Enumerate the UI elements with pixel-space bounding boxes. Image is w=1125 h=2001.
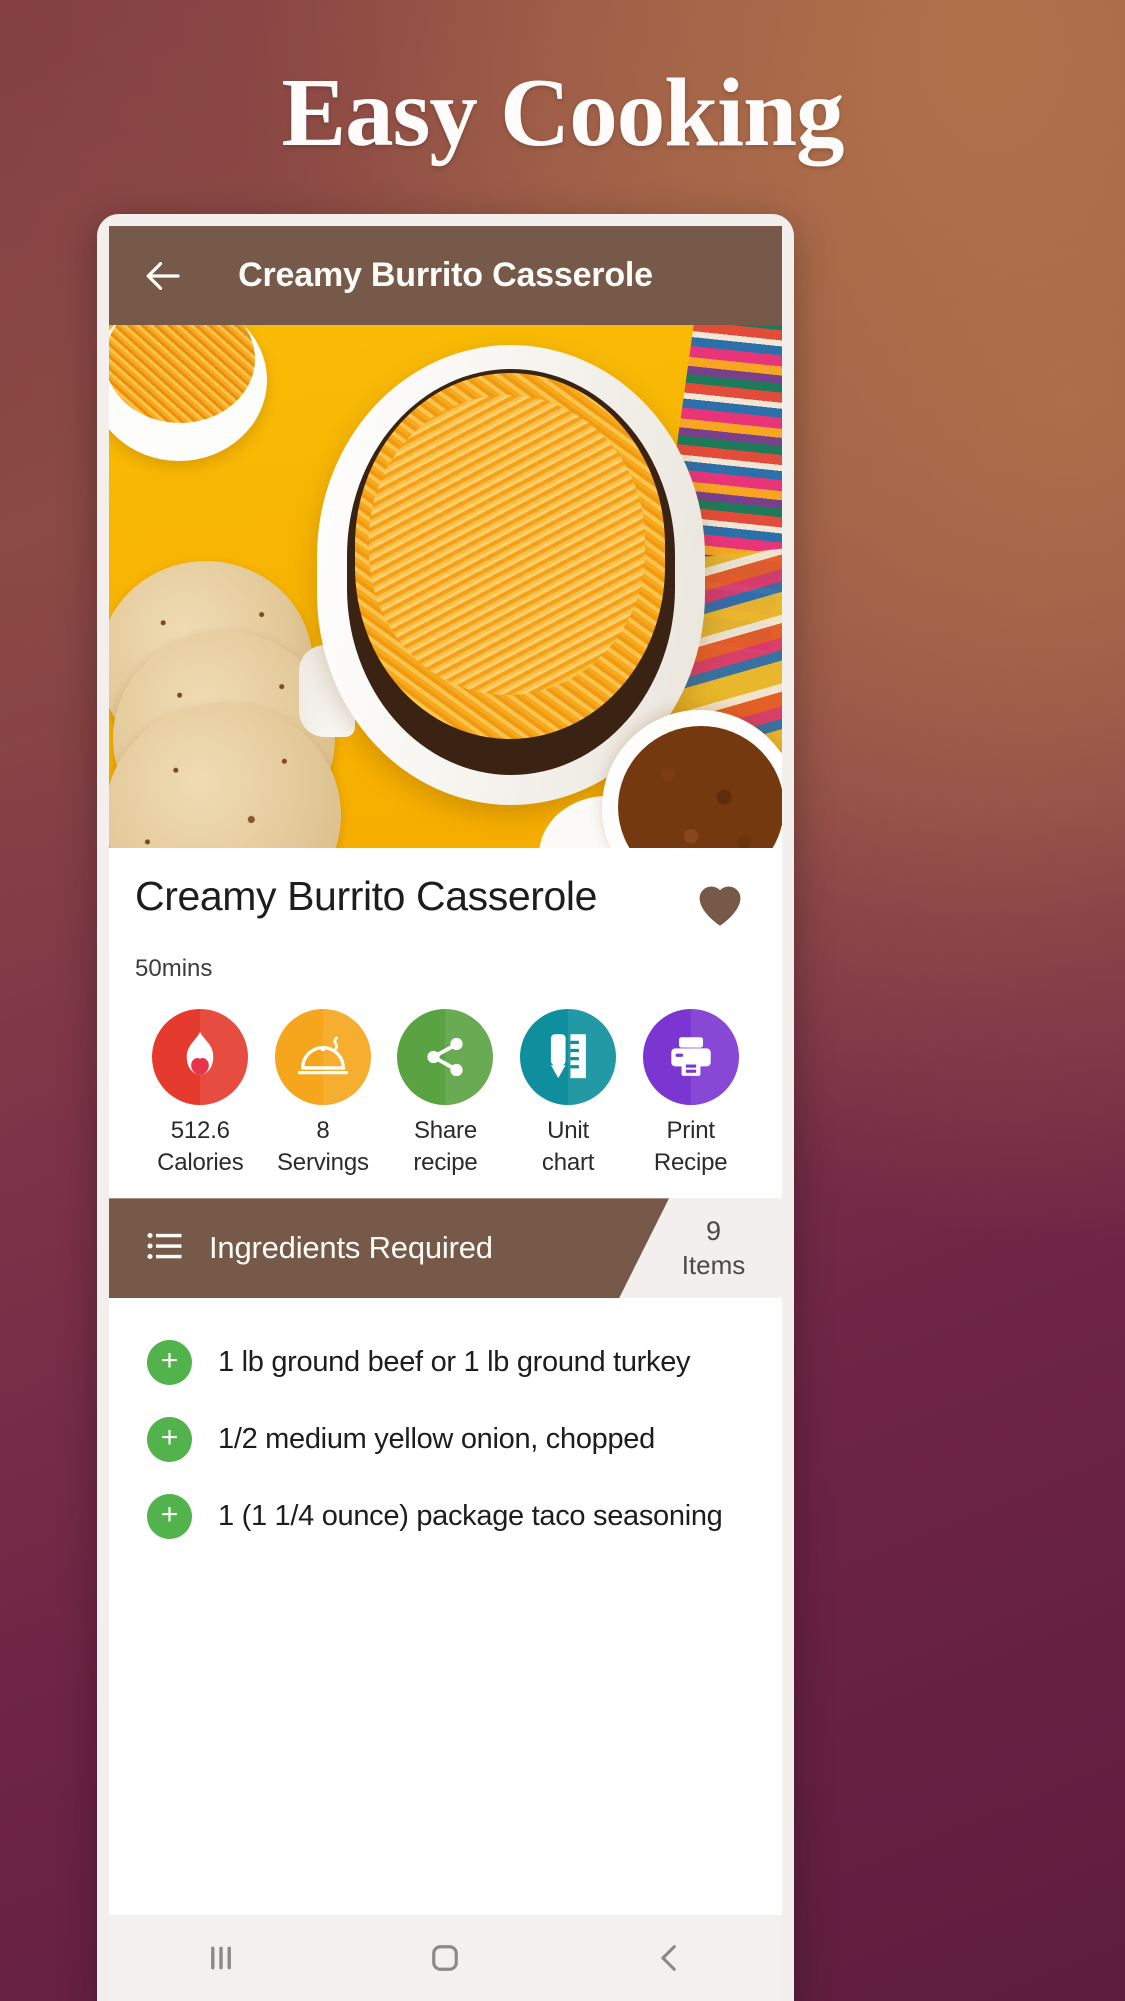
ingredient-text: 1 (1 1/4 ounce) package taco seasoning [218,1500,723,1533]
list-item[interactable]: + 1 (1 1/4 ounce) package taco seasoning [109,1478,782,1555]
printer-icon [642,1009,739,1105]
action-calories-value: 512.6 [170,1117,230,1144]
action-calories-label: Calories [157,1148,244,1176]
recipe-title-row: Creamy Burrito Casserole [135,873,756,933]
ingredients-header-band: Ingredients Required 9 Items [109,1198,782,1299]
app-bar-title: Creamy Burrito Casserole [238,256,653,294]
share-icon [397,1009,494,1105]
promo-title: Easy Cooking [281,59,844,166]
heart-filled-icon[interactable] [692,874,756,933]
ingredient-list: + 1 lb ground beef or 1 lb ground turkey… [109,1298,782,1556]
ingredient-text: 1/2 medium yellow onion, chopped [218,1423,655,1456]
ingredients-count-badge: 9 Items [645,1198,782,1298]
action-servings-value: 8 [316,1117,330,1144]
ingredient-text: 1 lb ground beef or 1 lb ground turkey [218,1346,691,1379]
recents-icon[interactable] [161,1915,281,2001]
action-row: 512.6 Calories 8 Servings Share recipe U… [135,1009,756,1178]
ingredients-count-value: 9 [705,1216,722,1247]
plus-icon[interactable]: + [147,1417,192,1463]
recipe-time: 50mins [135,955,213,982]
action-print-value: Print [666,1117,715,1144]
home-square-icon[interactable] [385,1915,505,2001]
action-print-label: Recipe [653,1148,728,1176]
recipe-title: Creamy Burrito Casserole [135,873,598,919]
recipe-info-card: Creamy Burrito Casserole 50mins 512.6 Ca… [109,848,782,1199]
shredded-cheese-top [369,395,645,695]
chevron-left-icon[interactable] [610,1915,730,2001]
ruler-pencil-icon [520,1009,617,1105]
action-share-label: recipe [413,1148,478,1176]
arrow-left-icon[interactable] [133,245,195,307]
flame-heart-icon [152,1009,249,1105]
action-print[interactable]: Print Recipe [629,1009,752,1178]
action-share-value: Share [413,1117,477,1144]
list-item[interactable]: + 1/2 medium yellow onion, chopped [109,1401,782,1478]
list-item[interactable]: + 1 lb ground beef or 1 lb ground turkey [109,1324,782,1401]
action-unit-chart-label: chart [541,1148,595,1176]
action-servings[interactable]: 8 Servings [262,1009,385,1178]
ingredients-title: Ingredients Required [209,1230,493,1266]
phone-frame: Creamy Burrito Casserole Creamy Burrito … [97,214,794,2001]
ingredients-header: Ingredients Required [109,1198,669,1298]
ingredients-section: Ingredients Required 9 Items + 1 lb grou… [109,1198,782,2001]
plus-icon[interactable]: + [147,1340,192,1386]
action-calories[interactable]: 512.6 Calories [139,1009,262,1178]
plus-icon[interactable]: + [147,1494,192,1540]
action-unit-chart[interactable]: Unit chart [507,1009,630,1178]
cloche-icon [274,1009,371,1105]
app-bar: Creamy Burrito Casserole [109,226,782,325]
action-share[interactable]: Share recipe [384,1009,507,1178]
system-navigation-bar [109,1915,782,2001]
list-icon [147,1231,183,1266]
action-servings-label: Servings [277,1148,369,1176]
recipe-photo [109,325,782,848]
phone-screen: Creamy Burrito Casserole Creamy Burrito … [109,226,782,2001]
ingredients-count-unit: Items [681,1249,746,1280]
action-unit-chart-value: Unit [547,1117,590,1144]
